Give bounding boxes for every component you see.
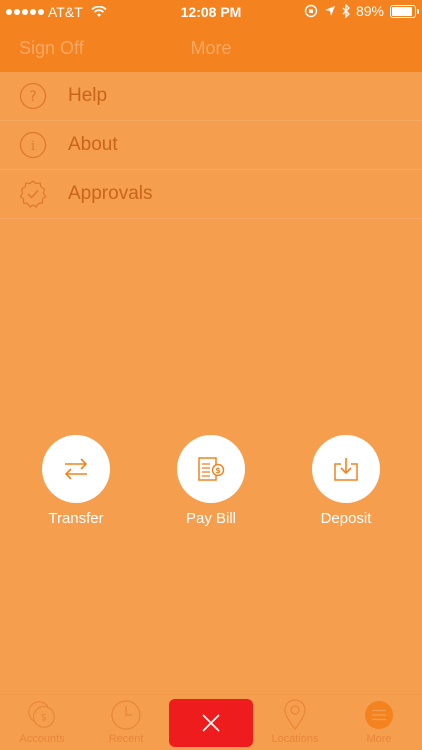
tab-label: Locations [271,733,319,745]
tab-label: Accounts [19,733,65,745]
svg-text:$: $ [41,713,47,724]
question-icon: ? [18,81,48,111]
tab-bar: $ Accounts Recent Locations More [0,694,422,750]
tab-label: More [366,733,392,745]
transfer-button[interactable]: Transfer [21,435,131,527]
quick-actions: Transfer $ Pay Bill Deposit [0,435,422,535]
tab-recent[interactable]: Recent [84,695,168,750]
deposit-button[interactable]: Deposit [291,435,401,527]
header: AT&T 12:08 PM 89% Sign Off More [0,0,422,72]
location-pin-icon [279,699,311,731]
transfer-arrows-icon [42,435,110,503]
tab-more[interactable]: More [337,695,421,750]
menu-item-label: Approvals [68,183,153,204]
svg-text:$: $ [215,466,221,475]
status-bar: AT&T 12:08 PM 89% [0,0,422,24]
pay-bill-icon: $ [177,435,245,503]
svg-text:?: ? [29,89,36,105]
location-arrow-icon [324,6,335,16]
more-menu: ? Help i About Approvals [0,72,422,219]
info-icon: i [18,130,48,160]
coins-icon: $ [26,699,58,731]
svg-text:i: i [31,139,35,154]
status-right: 89% [304,3,419,19]
clock-icon [110,699,142,731]
tab-accounts[interactable]: $ Accounts [0,695,84,750]
pay-bill-label: Pay Bill [185,510,237,527]
rotation-lock-icon [304,4,318,18]
nav-bar: Sign Off More [0,24,422,72]
menu-lines-icon [363,699,395,731]
menu-item-label: Help [68,85,108,106]
menu-item-about[interactable]: i About [0,121,422,170]
menu-item-help[interactable]: ? Help [0,72,422,121]
close-button[interactable] [169,699,253,747]
transfer-label: Transfer [48,510,104,527]
battery-icon [390,4,419,18]
battery-percent: 89% [355,3,384,19]
deposit-label: Deposit [320,510,372,527]
deposit-tray-icon [312,435,380,503]
check-badge-icon [18,179,48,209]
bluetooth-icon [342,4,350,18]
menu-item-approvals[interactable]: Approvals [0,170,422,219]
close-icon [202,714,220,732]
pay-bill-button[interactable]: $ Pay Bill [156,435,266,527]
page-title: More [190,38,232,58]
tab-locations[interactable]: Locations [253,695,337,750]
menu-item-label: About [68,134,118,155]
tab-label: Recent [108,733,144,745]
